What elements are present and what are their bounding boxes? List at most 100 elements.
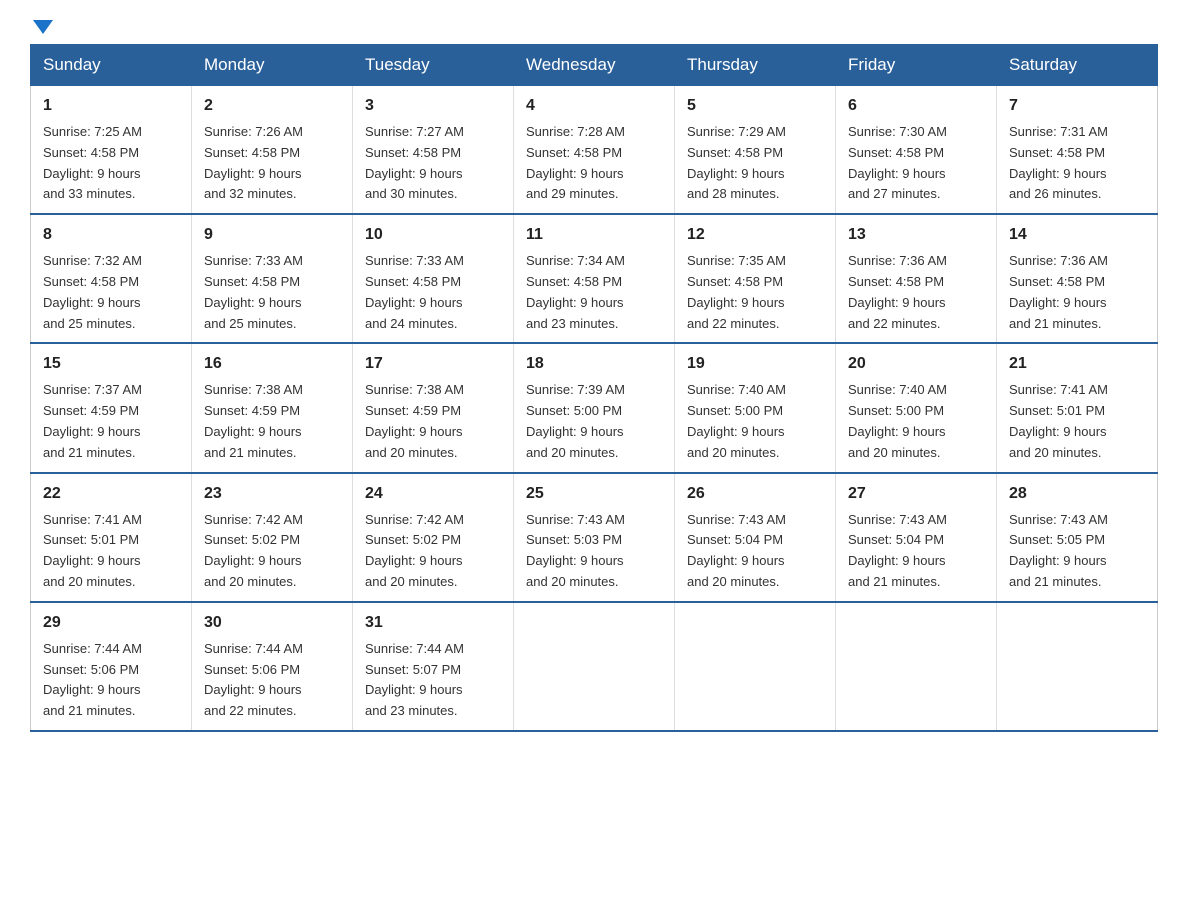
- calendar-week-row-4: 22 Sunrise: 7:41 AMSunset: 5:01 PMDaylig…: [31, 473, 1158, 602]
- day-info: Sunrise: 7:40 AMSunset: 5:00 PMDaylight:…: [687, 382, 786, 459]
- day-info: Sunrise: 7:44 AMSunset: 5:06 PMDaylight:…: [204, 641, 303, 718]
- calendar-cell: 11 Sunrise: 7:34 AMSunset: 4:58 PMDaylig…: [514, 214, 675, 343]
- day-info: Sunrise: 7:37 AMSunset: 4:59 PMDaylight:…: [43, 382, 142, 459]
- day-number: 24: [365, 482, 501, 506]
- weekday-header-wednesday: Wednesday: [514, 45, 675, 86]
- day-info: Sunrise: 7:26 AMSunset: 4:58 PMDaylight:…: [204, 124, 303, 201]
- calendar-week-row-2: 8 Sunrise: 7:32 AMSunset: 4:58 PMDayligh…: [31, 214, 1158, 343]
- day-number: 18: [526, 352, 662, 376]
- calendar-cell: [514, 602, 675, 731]
- calendar-cell: 16 Sunrise: 7:38 AMSunset: 4:59 PMDaylig…: [192, 343, 353, 472]
- calendar-cell: 19 Sunrise: 7:40 AMSunset: 5:00 PMDaylig…: [675, 343, 836, 472]
- calendar-cell: 6 Sunrise: 7:30 AMSunset: 4:58 PMDayligh…: [836, 86, 997, 215]
- day-number: 9: [204, 223, 340, 247]
- day-info: Sunrise: 7:41 AMSunset: 5:01 PMDaylight:…: [1009, 382, 1108, 459]
- day-number: 20: [848, 352, 984, 376]
- day-number: 6: [848, 94, 984, 118]
- day-number: 8: [43, 223, 179, 247]
- calendar-cell: 27 Sunrise: 7:43 AMSunset: 5:04 PMDaylig…: [836, 473, 997, 602]
- calendar-cell: 26 Sunrise: 7:43 AMSunset: 5:04 PMDaylig…: [675, 473, 836, 602]
- calendar-week-row-5: 29 Sunrise: 7:44 AMSunset: 5:06 PMDaylig…: [31, 602, 1158, 731]
- day-number: 26: [687, 482, 823, 506]
- day-info: Sunrise: 7:34 AMSunset: 4:58 PMDaylight:…: [526, 253, 625, 330]
- weekday-header-friday: Friday: [836, 45, 997, 86]
- calendar-table: SundayMondayTuesdayWednesdayThursdayFrid…: [30, 44, 1158, 732]
- calendar-cell: [836, 602, 997, 731]
- day-info: Sunrise: 7:43 AMSunset: 5:04 PMDaylight:…: [848, 512, 947, 589]
- day-number: 22: [43, 482, 179, 506]
- day-number: 10: [365, 223, 501, 247]
- day-info: Sunrise: 7:29 AMSunset: 4:58 PMDaylight:…: [687, 124, 786, 201]
- day-number: 4: [526, 94, 662, 118]
- calendar-cell: 14 Sunrise: 7:36 AMSunset: 4:58 PMDaylig…: [997, 214, 1158, 343]
- day-info: Sunrise: 7:38 AMSunset: 4:59 PMDaylight:…: [365, 382, 464, 459]
- calendar-cell: 25 Sunrise: 7:43 AMSunset: 5:03 PMDaylig…: [514, 473, 675, 602]
- weekday-header-tuesday: Tuesday: [353, 45, 514, 86]
- day-number: 11: [526, 223, 662, 247]
- calendar-cell: 29 Sunrise: 7:44 AMSunset: 5:06 PMDaylig…: [31, 602, 192, 731]
- logo: [30, 20, 53, 34]
- weekday-header-thursday: Thursday: [675, 45, 836, 86]
- day-info: Sunrise: 7:44 AMSunset: 5:06 PMDaylight:…: [43, 641, 142, 718]
- day-number: 28: [1009, 482, 1145, 506]
- day-info: Sunrise: 7:42 AMSunset: 5:02 PMDaylight:…: [204, 512, 303, 589]
- day-info: Sunrise: 7:30 AMSunset: 4:58 PMDaylight:…: [848, 124, 947, 201]
- calendar-cell: 28 Sunrise: 7:43 AMSunset: 5:05 PMDaylig…: [997, 473, 1158, 602]
- day-info: Sunrise: 7:35 AMSunset: 4:58 PMDaylight:…: [687, 253, 786, 330]
- logo-triangle-icon: [33, 20, 53, 34]
- weekday-header-saturday: Saturday: [997, 45, 1158, 86]
- day-number: 21: [1009, 352, 1145, 376]
- day-number: 19: [687, 352, 823, 376]
- day-number: 13: [848, 223, 984, 247]
- calendar-cell: [997, 602, 1158, 731]
- calendar-cell: 20 Sunrise: 7:40 AMSunset: 5:00 PMDaylig…: [836, 343, 997, 472]
- day-info: Sunrise: 7:25 AMSunset: 4:58 PMDaylight:…: [43, 124, 142, 201]
- day-number: 16: [204, 352, 340, 376]
- day-info: Sunrise: 7:42 AMSunset: 5:02 PMDaylight:…: [365, 512, 464, 589]
- day-info: Sunrise: 7:38 AMSunset: 4:59 PMDaylight:…: [204, 382, 303, 459]
- day-number: 7: [1009, 94, 1145, 118]
- day-number: 5: [687, 94, 823, 118]
- calendar-cell: 8 Sunrise: 7:32 AMSunset: 4:58 PMDayligh…: [31, 214, 192, 343]
- day-info: Sunrise: 7:36 AMSunset: 4:58 PMDaylight:…: [848, 253, 947, 330]
- calendar-cell: 21 Sunrise: 7:41 AMSunset: 5:01 PMDaylig…: [997, 343, 1158, 472]
- calendar-cell: 2 Sunrise: 7:26 AMSunset: 4:58 PMDayligh…: [192, 86, 353, 215]
- day-info: Sunrise: 7:36 AMSunset: 4:58 PMDaylight:…: [1009, 253, 1108, 330]
- day-info: Sunrise: 7:33 AMSunset: 4:58 PMDaylight:…: [204, 253, 303, 330]
- calendar-cell: 1 Sunrise: 7:25 AMSunset: 4:58 PMDayligh…: [31, 86, 192, 215]
- day-info: Sunrise: 7:41 AMSunset: 5:01 PMDaylight:…: [43, 512, 142, 589]
- weekday-header-sunday: Sunday: [31, 45, 192, 86]
- day-number: 2: [204, 94, 340, 118]
- day-number: 30: [204, 611, 340, 635]
- calendar-cell: 5 Sunrise: 7:29 AMSunset: 4:58 PMDayligh…: [675, 86, 836, 215]
- calendar-cell: 24 Sunrise: 7:42 AMSunset: 5:02 PMDaylig…: [353, 473, 514, 602]
- calendar-week-row-1: 1 Sunrise: 7:25 AMSunset: 4:58 PMDayligh…: [31, 86, 1158, 215]
- calendar-cell: 12 Sunrise: 7:35 AMSunset: 4:58 PMDaylig…: [675, 214, 836, 343]
- day-info: Sunrise: 7:43 AMSunset: 5:03 PMDaylight:…: [526, 512, 625, 589]
- day-info: Sunrise: 7:40 AMSunset: 5:00 PMDaylight:…: [848, 382, 947, 459]
- day-info: Sunrise: 7:39 AMSunset: 5:00 PMDaylight:…: [526, 382, 625, 459]
- day-info: Sunrise: 7:43 AMSunset: 5:04 PMDaylight:…: [687, 512, 786, 589]
- day-info: Sunrise: 7:27 AMSunset: 4:58 PMDaylight:…: [365, 124, 464, 201]
- day-info: Sunrise: 7:33 AMSunset: 4:58 PMDaylight:…: [365, 253, 464, 330]
- day-number: 25: [526, 482, 662, 506]
- calendar-cell: 13 Sunrise: 7:36 AMSunset: 4:58 PMDaylig…: [836, 214, 997, 343]
- day-number: 1: [43, 94, 179, 118]
- calendar-cell: 3 Sunrise: 7:27 AMSunset: 4:58 PMDayligh…: [353, 86, 514, 215]
- day-number: 17: [365, 352, 501, 376]
- day-number: 3: [365, 94, 501, 118]
- day-info: Sunrise: 7:43 AMSunset: 5:05 PMDaylight:…: [1009, 512, 1108, 589]
- day-number: 12: [687, 223, 823, 247]
- day-number: 23: [204, 482, 340, 506]
- calendar-cell: 4 Sunrise: 7:28 AMSunset: 4:58 PMDayligh…: [514, 86, 675, 215]
- calendar-week-row-3: 15 Sunrise: 7:37 AMSunset: 4:59 PMDaylig…: [31, 343, 1158, 472]
- day-number: 14: [1009, 223, 1145, 247]
- calendar-cell: 17 Sunrise: 7:38 AMSunset: 4:59 PMDaylig…: [353, 343, 514, 472]
- page-header: [30, 20, 1158, 34]
- calendar-cell: 23 Sunrise: 7:42 AMSunset: 5:02 PMDaylig…: [192, 473, 353, 602]
- calendar-cell: 31 Sunrise: 7:44 AMSunset: 5:07 PMDaylig…: [353, 602, 514, 731]
- calendar-cell: 22 Sunrise: 7:41 AMSunset: 5:01 PMDaylig…: [31, 473, 192, 602]
- day-info: Sunrise: 7:32 AMSunset: 4:58 PMDaylight:…: [43, 253, 142, 330]
- weekday-header-row: SundayMondayTuesdayWednesdayThursdayFrid…: [31, 45, 1158, 86]
- calendar-cell: 30 Sunrise: 7:44 AMSunset: 5:06 PMDaylig…: [192, 602, 353, 731]
